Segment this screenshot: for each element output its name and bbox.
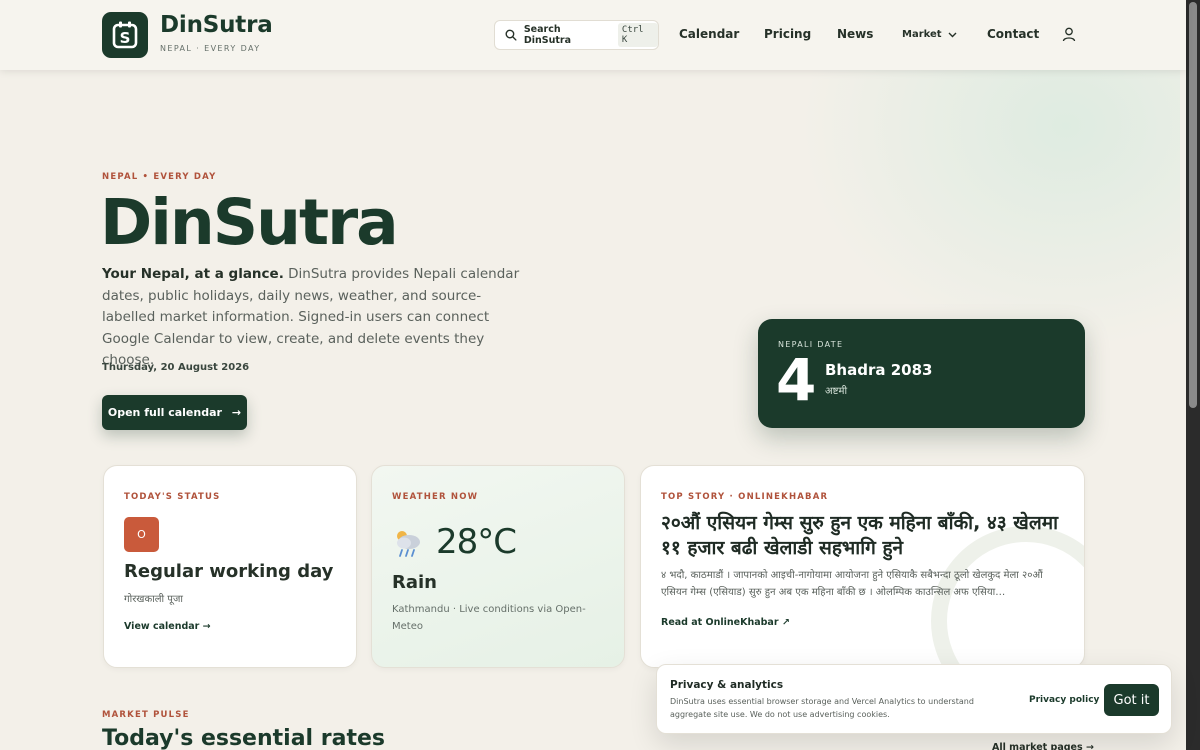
nav-calendar[interactable]: Calendar — [679, 27, 739, 41]
view-calendar-link[interactable]: View calendar → — [124, 621, 211, 632]
search-shortcut: Ctrl K — [617, 23, 658, 47]
nepali-date-tithi: अष्टमी — [825, 386, 848, 397]
all-market-pages-link[interactable]: All market pages → — [992, 742, 1094, 750]
hero-description-lead: Your Nepal, at a glance. — [102, 266, 284, 282]
nav-pricing[interactable]: Pricing — [764, 27, 811, 41]
market-title: Today's essential rates — [102, 726, 385, 750]
story-title[interactable]: २०औं एसियन गेम्स सुरु हुन एक महिना बाँकी… — [661, 511, 1061, 561]
nav-market-dropdown[interactable]: Market — [902, 29, 957, 40]
nepali-date-day: 4 — [776, 346, 817, 414]
user-account-icon[interactable] — [1062, 27, 1076, 46]
open-calendar-button[interactable]: Open full calendar → — [102, 395, 247, 430]
story-eyebrow: TOP STORY · ONLINEKHABAR — [661, 492, 829, 502]
site-header: S DinSutra NEPAL · EVERY DAY Search DinS… — [0, 0, 1186, 70]
weather-condition: Rain — [392, 572, 437, 593]
scrollbar-thumb[interactable] — [1189, 2, 1197, 408]
search-label: Search DinSutra — [523, 24, 571, 46]
status-card: TODAY'S STATUS O Regular working day गोर… — [103, 465, 357, 668]
status-subtitle: गोरखकाली पूजा — [124, 594, 183, 605]
hero-date: Thursday, 20 August 2026 — [102, 362, 250, 373]
status-title: Regular working day — [124, 561, 334, 582]
top-story-card[interactable]: TOP STORY · ONLINEKHABAR २०औं एसियन गेम्… — [640, 465, 1085, 668]
status-eyebrow: TODAY'S STATUS — [124, 492, 221, 502]
hero-glow — [800, 70, 1180, 350]
hero-title: DinSutra — [100, 186, 399, 259]
privacy-banner: Privacy & analytics DinSutra uses essent… — [656, 664, 1172, 734]
arrow-right-icon: → — [231, 406, 242, 419]
chevron-down-icon — [948, 32, 957, 37]
hero-description: Your Nepal, at a glance. DinSutra provid… — [102, 264, 532, 372]
got-it-button[interactable]: Got it — [1104, 684, 1159, 716]
brand-tagline: NEPAL · EVERY DAY — [160, 44, 261, 53]
search-button[interactable]: Search DinSutra Ctrl K — [494, 20, 659, 50]
read-story-link[interactable]: Read at OnlineKhabar ↗ — [661, 617, 790, 628]
privacy-body: DinSutra uses essential browser storage … — [670, 697, 974, 719]
nav-news[interactable]: News — [837, 27, 873, 41]
open-calendar-label: Open full calendar — [107, 406, 222, 419]
nav-contact[interactable]: Contact — [987, 27, 1039, 41]
weather-temperature: 28°C — [436, 522, 517, 562]
nepali-date-month: Bhadra 2083 — [825, 361, 933, 379]
story-excerpt: ४ भदौ, काठमाडौं । जापानको आइची-नागोयामा … — [661, 570, 1043, 598]
brand-name[interactable]: DinSutra — [160, 12, 273, 38]
weather-card: WEATHER NOW 28°C Rain Kathmandu · Live c… — [371, 465, 625, 668]
weather-source: Kathmandu · Live conditions via Open-Met… — [392, 604, 586, 632]
market-eyebrow: MARKET PULSE — [102, 710, 190, 720]
status-badge: O — [124, 517, 159, 552]
nepali-date-card: NEPALI DATE 4 Bhadra 2083 अष्टमी — [758, 319, 1085, 428]
privacy-title: Privacy & analytics — [670, 679, 784, 691]
logo-icon[interactable]: S — [102, 12, 148, 58]
rain-cloud-icon — [392, 528, 424, 562]
logo-letter: S — [120, 29, 131, 47]
search-icon — [505, 29, 517, 41]
nav-market-label: Market — [902, 29, 942, 40]
weather-eyebrow: WEATHER NOW — [392, 492, 479, 502]
privacy-policy-link[interactable]: Privacy policy — [1029, 695, 1099, 705]
hero-eyebrow: NEPAL • EVERY DAY — [102, 172, 217, 182]
